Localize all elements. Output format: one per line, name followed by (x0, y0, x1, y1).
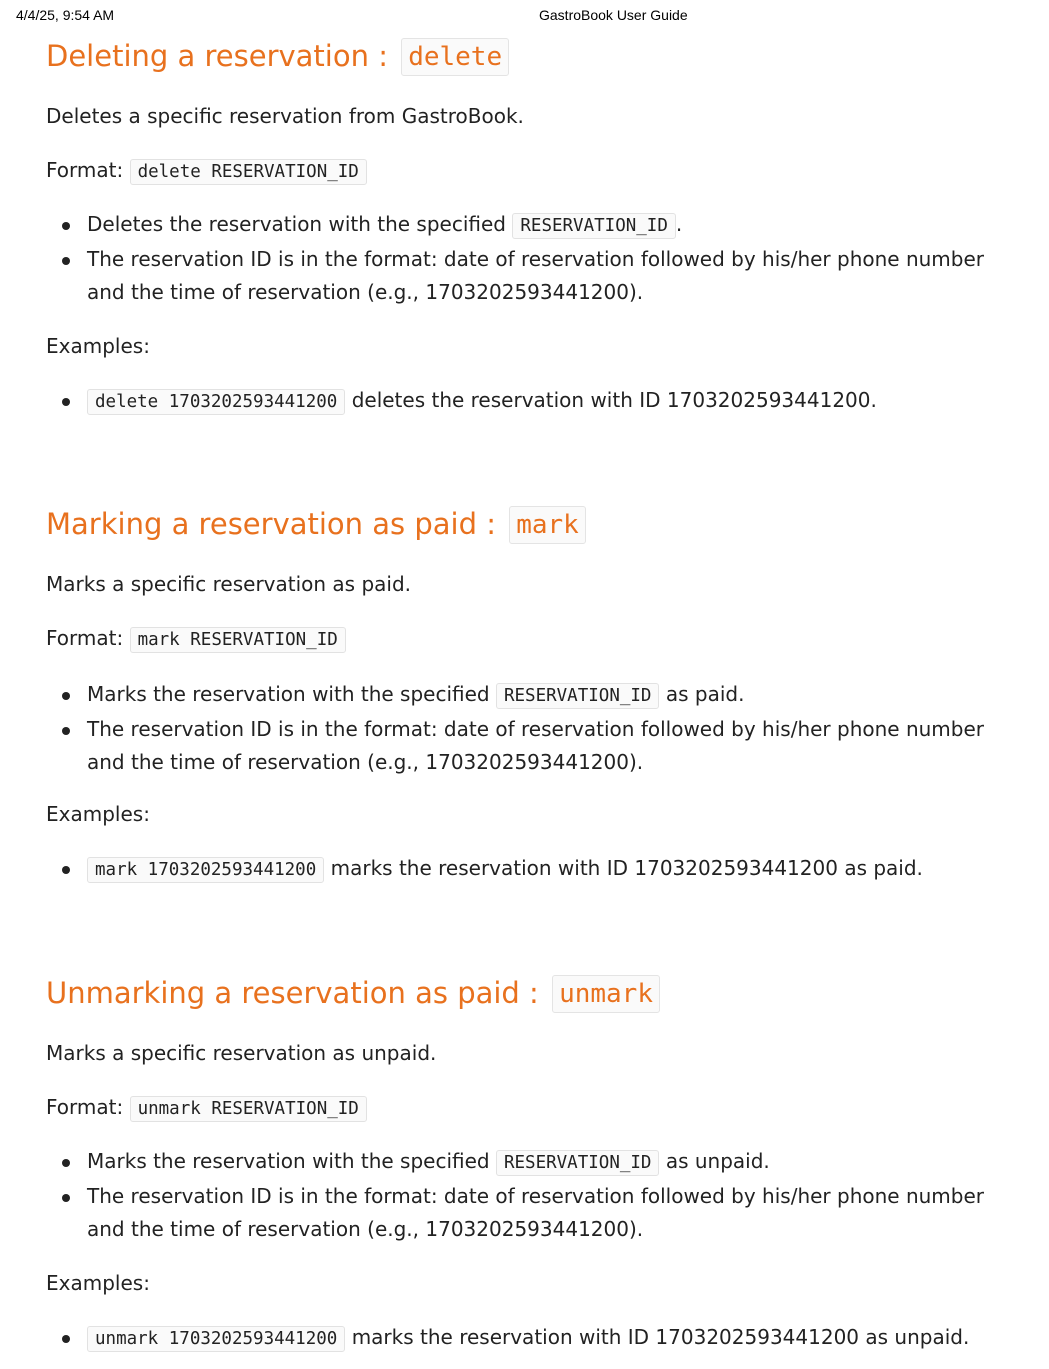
example-code: mark 1703202593441200 (87, 857, 325, 883)
parameter-code: RESERVATION_ID (512, 213, 676, 239)
list-item: The reservation ID is in the format: dat… (46, 1180, 1016, 1246)
details-list: Marks the reservation with the specified… (46, 1145, 1016, 1246)
format-line: Format: unmark RESERVATION_ID (46, 1091, 367, 1125)
list-item: The reservation ID is in the format: dat… (46, 713, 1016, 779)
format-code: mark RESERVATION_ID (129, 627, 346, 653)
heading-command-code: unmark (552, 975, 660, 1013)
section-description: Marks a specific reservation as paid. (46, 572, 412, 596)
example-code: unmark 1703202593441200 (87, 1326, 346, 1352)
section-delete: Deleting a reservation : delete Deletes … (46, 36, 1016, 415)
print-datetime: 4/4/25, 9:54 AM (16, 7, 115, 23)
format-line: Format: mark RESERVATION_ID (46, 622, 346, 656)
parameter-code: RESERVATION_ID (495, 1150, 660, 1176)
list-item: unmark 1703202593441200 marks the reserv… (46, 1321, 1016, 1356)
details-list: Deletes the reservation with the specifi… (46, 208, 1016, 309)
print-document-title: GastroBook User Guide (539, 7, 688, 23)
list-item: Deletes the reservation with the specifi… (46, 208, 1016, 243)
section-mark: Marking a reservation as paid : mark Mar… (46, 504, 1016, 883)
section-heading: Deleting a reservation : delete (46, 36, 1016, 76)
section-unmark: Unmarking a reservation as paid : unmark… (46, 973, 1016, 1352)
examples-list: mark 1703202593441200 marks the reservat… (46, 852, 1016, 887)
print-header: 4/4/25, 9:54 AM GastroBook User Guide (0, 7, 1049, 25)
format-code: unmark RESERVATION_ID (129, 1096, 367, 1122)
parameter-code: RESERVATION_ID (495, 683, 660, 709)
examples-list: delete 1703202593441200 deletes the rese… (46, 384, 1016, 419)
section-description: Marks a specific reservation as unpaid. (46, 1041, 437, 1065)
list-item: delete 1703202593441200 deletes the rese… (46, 384, 1016, 419)
examples-label: Examples: (46, 802, 150, 826)
examples-label: Examples: (46, 334, 150, 358)
examples-list: unmark 1703202593441200 marks the reserv… (46, 1321, 1016, 1356)
details-list: Marks the reservation with the specified… (46, 678, 1016, 779)
list-item: The reservation ID is in the format: dat… (46, 243, 1016, 309)
list-item: mark 1703202593441200 marks the reservat… (46, 852, 1016, 887)
heading-command-code: mark (509, 506, 586, 544)
heading-command-code: delete (401, 38, 510, 76)
examples-label: Examples: (46, 1271, 150, 1295)
example-code: delete 1703202593441200 (87, 389, 346, 415)
list-item: Marks the reservation with the specified… (46, 1145, 1016, 1180)
section-description: Deletes a specific reservation from Gast… (46, 104, 524, 128)
section-heading: Unmarking a reservation as paid : unmark (46, 973, 1016, 1013)
format-line: Format: delete RESERVATION_ID (46, 154, 367, 188)
section-heading: Marking a reservation as paid : mark (46, 504, 1016, 544)
list-item: Marks the reservation with the specified… (46, 678, 1016, 713)
format-code: delete RESERVATION_ID (129, 159, 367, 185)
